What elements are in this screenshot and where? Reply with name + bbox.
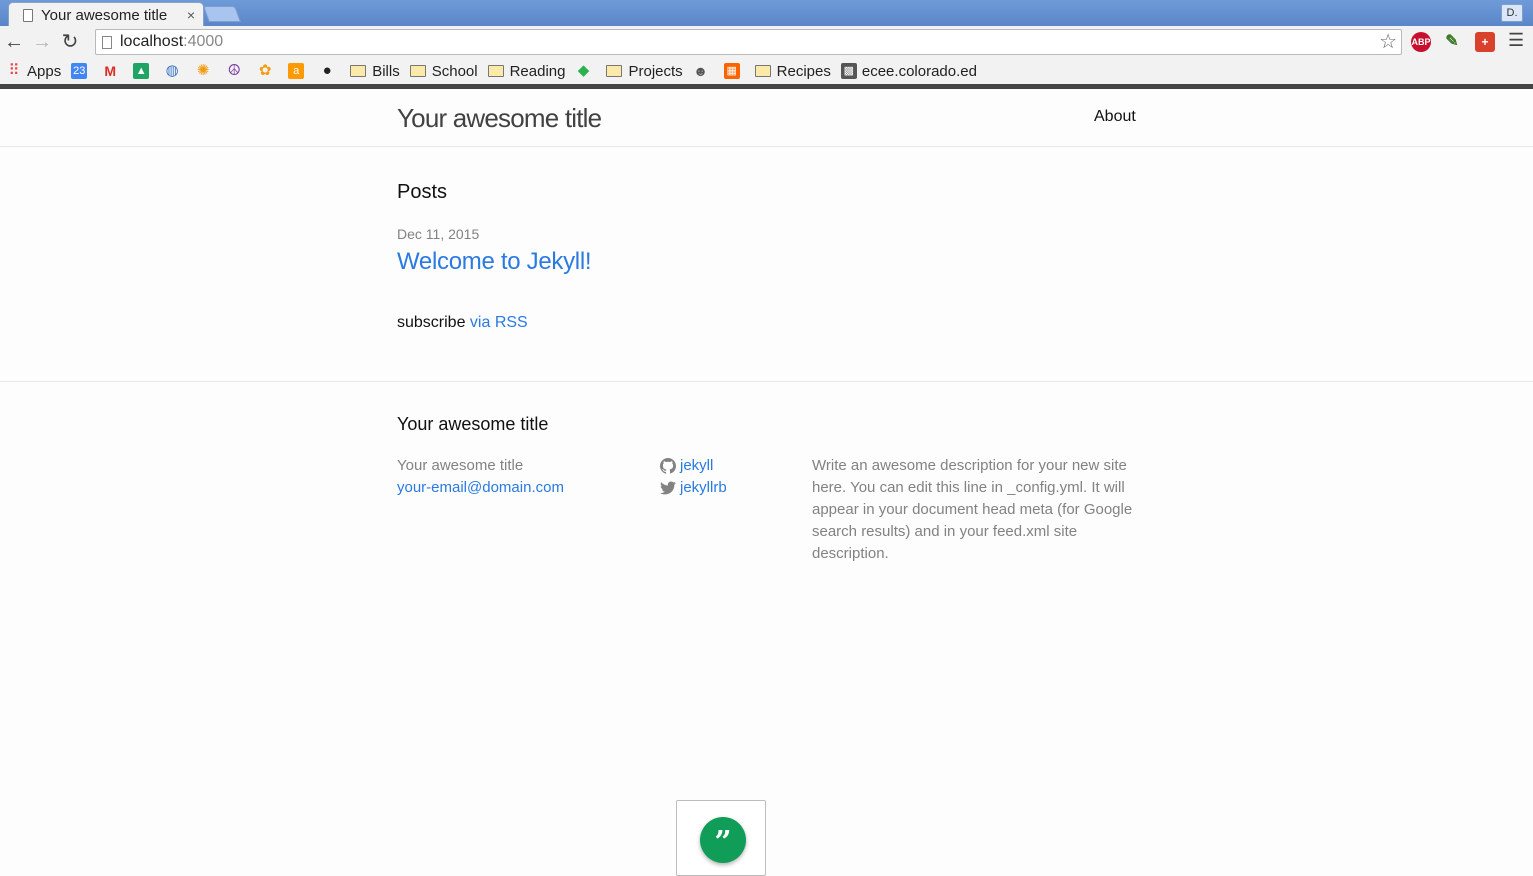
leaf-icon: ◆ xyxy=(577,62,590,79)
bookmark-item[interactable]: ▦ xyxy=(723,63,745,79)
bookmark-item[interactable]: M xyxy=(102,63,123,79)
bookmark-item[interactable]: ⠿ Apps xyxy=(6,62,62,80)
github-icon: ● xyxy=(322,62,332,79)
bookmark-item[interactable]: a xyxy=(288,63,309,79)
nav-about-link[interactable]: About xyxy=(1094,108,1136,126)
bookmark-label: Projects xyxy=(628,62,683,80)
browser-toolbar: ← → ↻ localhost:4000 ☆ ABP ✎ + ☰ xyxy=(0,26,1533,58)
twitter-icon xyxy=(660,481,676,495)
bookmark-item[interactable]: Reading xyxy=(487,62,566,80)
page-icon xyxy=(23,8,33,22)
hangouts-widget[interactable]: ” xyxy=(676,800,766,876)
github-icon xyxy=(660,458,676,474)
drive-icon: ▲ xyxy=(133,63,150,79)
subscribe-line: subscribe via RSS xyxy=(397,314,528,332)
page-info-icon[interactable] xyxy=(102,35,112,49)
url-host: localhost xyxy=(120,33,184,50)
profile-badge[interactable]: D. xyxy=(1501,4,1523,22)
footer-site-name: Your awesome title xyxy=(397,457,524,474)
globe-icon: ◍ xyxy=(165,62,179,79)
bookmark-item[interactable]: School xyxy=(409,62,478,80)
folder-icon xyxy=(754,65,771,77)
gmail-icon: M xyxy=(104,63,117,79)
tab-close-icon[interactable]: × xyxy=(187,7,195,23)
bookmark-item[interactable]: ◆ xyxy=(575,63,596,79)
adblock-icon[interactable]: ABP xyxy=(1411,32,1431,52)
jekyll-page: Your awesome title About Posts Dec 11, 2… xyxy=(0,89,1533,876)
post-date: Dec 11, 2015 xyxy=(397,226,480,242)
bookmark-item[interactable]: Bills xyxy=(350,63,400,80)
browser-tab[interactable]: Your awesome title × xyxy=(8,2,204,27)
site-description: Write an awesome description for your ne… xyxy=(812,457,1133,562)
tab-title: Your awesome title xyxy=(41,6,168,24)
bookmark-item[interactable]: ▲ xyxy=(133,63,154,79)
reddit-icon: ☻ xyxy=(693,63,709,79)
calendar-icon: 23 xyxy=(71,63,88,79)
homedepot-icon: ▦ xyxy=(723,63,740,79)
footer-social: jekyll jekyllrb xyxy=(660,455,727,499)
amazon-icon: a xyxy=(288,63,305,79)
footer-email-link[interactable]: your-email@domain.com xyxy=(397,477,564,499)
post-title-link[interactable]: Welcome to Jekyll! xyxy=(397,248,592,276)
site-icon: ▩ xyxy=(840,63,857,79)
folder-icon xyxy=(350,65,367,77)
bookmark-item[interactable]: ▩ ecee.colorado.ed xyxy=(840,62,977,80)
folder-icon xyxy=(606,65,623,77)
bookmark-label: Apps xyxy=(27,62,62,80)
github-username: jekyll xyxy=(680,457,714,474)
site-footer: Your awesome title Your awesome title yo… xyxy=(0,381,1533,876)
subscribe-text: subscribe xyxy=(397,314,470,331)
bookmark-item[interactable]: Recipes xyxy=(754,62,831,80)
peace-icon: ☮ xyxy=(227,62,241,79)
bookmark-item[interactable]: ☮ xyxy=(226,63,247,79)
bookmark-item[interactable]: ☻ xyxy=(693,63,714,79)
folder-icon xyxy=(487,65,504,77)
eyedropper-extension-icon[interactable]: ✎ xyxy=(1442,32,1462,52)
apps-grid-icon: ⠿ xyxy=(8,62,20,79)
bookmark-item[interactable]: ● xyxy=(319,63,340,79)
bookmark-item[interactable]: ✿ xyxy=(257,63,278,79)
bookmark-label: Reading xyxy=(509,62,566,80)
tab-strip: Your awesome title × D. xyxy=(0,0,1533,27)
bookmark-label: Bills xyxy=(372,62,400,80)
bookmark-item[interactable]: Projects xyxy=(606,62,683,80)
rss-link[interactable]: via RSS xyxy=(470,314,528,331)
forward-arrow-icon[interactable]: → xyxy=(28,27,56,57)
footer-contact: Your awesome title your-email@domain.com xyxy=(397,455,564,499)
back-arrow-icon[interactable]: ← xyxy=(0,27,28,57)
reload-icon[interactable]: ↻ xyxy=(56,27,84,57)
folder-icon xyxy=(409,65,426,77)
hangouts-quote-icon[interactable]: ” xyxy=(700,817,746,863)
twitter-link[interactable]: jekyllrb xyxy=(660,477,727,499)
new-tab-button[interactable] xyxy=(203,6,241,22)
github-link[interactable]: jekyll xyxy=(660,455,727,477)
posts-heading: Posts xyxy=(397,181,448,203)
sun-icon: ✺ xyxy=(196,62,210,79)
footer-heading: Your awesome title xyxy=(397,414,549,434)
bookmarks-bar: ⠿ Apps 23 M ▲ ◍ ✺ ☮ ✿ a ● Bills School Reading ◆ Projec… xyxy=(0,58,1533,84)
extension-red-icon[interactable]: + xyxy=(1475,32,1495,52)
bookmark-star-icon[interactable]: ☆ xyxy=(1379,30,1397,54)
flower-icon: ✿ xyxy=(258,62,272,79)
site-header: Your awesome title About xyxy=(0,89,1533,147)
bookmark-item[interactable]: 23 xyxy=(71,63,92,79)
url-port: :4000 xyxy=(183,33,224,50)
bookmark-label: School xyxy=(431,62,478,80)
bookmark-label: Recipes xyxy=(776,62,831,80)
browser-menu-icon[interactable]: ☰ xyxy=(1508,30,1524,51)
address-bar[interactable]: localhost:4000 ☆ xyxy=(95,29,1402,55)
twitter-username: jekyllrb xyxy=(680,479,727,496)
bookmark-item[interactable]: ◍ xyxy=(164,63,185,79)
bookmark-item[interactable]: ✺ xyxy=(195,63,216,79)
bookmark-label: ecee.colorado.ed xyxy=(861,62,977,80)
site-title-link[interactable]: Your awesome title xyxy=(397,103,602,134)
